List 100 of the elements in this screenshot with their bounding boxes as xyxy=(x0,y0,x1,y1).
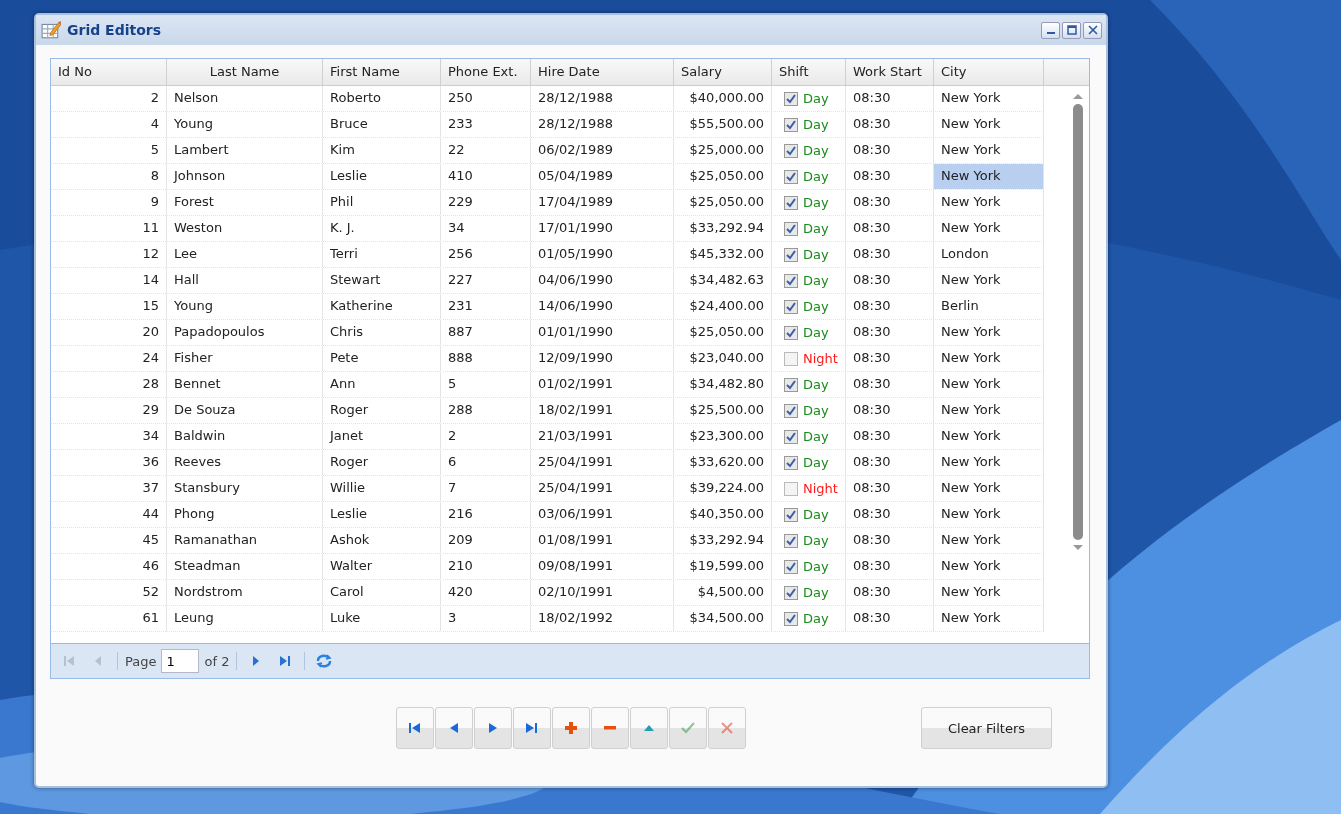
checkbox[interactable] xyxy=(784,507,798,522)
checkbox[interactable] xyxy=(784,143,798,158)
shift-label: Day xyxy=(803,429,829,444)
table-cell: 08:30 xyxy=(846,554,934,579)
table-cell: 7 xyxy=(441,476,531,501)
table-cell: 28/12/1988 xyxy=(531,86,674,111)
close-button[interactable] xyxy=(1083,21,1102,39)
checkbox[interactable] xyxy=(784,559,798,574)
column-header[interactable]: Hire Date xyxy=(531,59,674,85)
table-cell: 61 xyxy=(51,606,167,631)
page-number-field[interactable]: 1 xyxy=(161,649,200,673)
table-cell: $40,000.00 xyxy=(674,86,772,111)
table-cell: $34,482.63 xyxy=(674,268,772,293)
checkbox[interactable] xyxy=(784,221,798,236)
first-button[interactable] xyxy=(396,707,434,749)
table-cell: Leslie xyxy=(323,502,441,527)
table-cell: $55,500.00 xyxy=(674,112,772,137)
table-cell: 2 xyxy=(441,424,531,449)
minimize-button[interactable] xyxy=(1041,21,1060,39)
remove-button[interactable] xyxy=(591,707,629,749)
table-cell: Leung xyxy=(167,606,323,631)
table-cell: Stewart xyxy=(323,268,441,293)
shift-label: Day xyxy=(803,455,829,470)
column-header[interactable]: Shift xyxy=(772,59,846,85)
add-button[interactable] xyxy=(552,707,590,749)
checkbox[interactable] xyxy=(784,585,798,600)
checkbox[interactable] xyxy=(784,611,798,626)
cancel-icon xyxy=(720,721,734,735)
table-cell: 9 xyxy=(51,190,167,215)
table-cell: 20 xyxy=(51,320,167,345)
checkbox[interactable] xyxy=(784,91,798,106)
checkbox[interactable] xyxy=(784,455,798,470)
table-cell: New York xyxy=(934,216,1044,241)
checkbox[interactable] xyxy=(784,299,798,314)
checkbox[interactable] xyxy=(784,351,798,366)
table-cell: 21/03/1991 xyxy=(531,424,674,449)
scroll-down-icon[interactable] xyxy=(1072,544,1084,552)
shift-label: Day xyxy=(803,169,829,184)
table-cell: 08:30 xyxy=(846,346,934,371)
column-header[interactable]: Last Name xyxy=(167,59,323,85)
shift-label: Day xyxy=(803,273,829,288)
table-cell: $19,599.00 xyxy=(674,554,772,579)
checkbox[interactable] xyxy=(784,429,798,444)
column-header[interactable]: Id No xyxy=(51,59,167,85)
checkbox[interactable] xyxy=(784,377,798,392)
column-header[interactable]: Phone Ext. xyxy=(441,59,531,85)
table-cell: 231 xyxy=(441,294,531,319)
checkmark-icon xyxy=(681,721,695,735)
column-header[interactable]: City xyxy=(934,59,1044,85)
table-cell: Roger xyxy=(323,398,441,423)
checkbox[interactable] xyxy=(784,325,798,340)
table-cell: New York xyxy=(934,268,1044,293)
table-cell: 18/02/1992 xyxy=(531,606,674,631)
column-header[interactable]: Work Start xyxy=(846,59,934,85)
shift-label: Day xyxy=(803,377,829,392)
checkbox[interactable] xyxy=(784,117,798,132)
scroll-up-icon[interactable] xyxy=(1072,92,1084,100)
table-cell: 420 xyxy=(441,580,531,605)
table-cell: $23,040.00 xyxy=(674,346,772,371)
table-cell: 08:30 xyxy=(846,112,934,137)
table-cell: 227 xyxy=(441,268,531,293)
table-cell: Hall xyxy=(167,268,323,293)
table-cell: Luke xyxy=(323,606,441,631)
checkbox[interactable] xyxy=(784,169,798,184)
table-cell: $40,350.00 xyxy=(674,502,772,527)
table-cell: Willie xyxy=(323,476,441,501)
table-cell: 08:30 xyxy=(846,86,934,111)
table-cell: 25/04/1991 xyxy=(531,476,674,501)
checkbox[interactable] xyxy=(784,533,798,548)
checkbox[interactable] xyxy=(784,481,798,496)
clear-filters-button[interactable]: Clear Filters xyxy=(921,707,1052,749)
table-cell: 233 xyxy=(441,112,531,137)
table-cell: Papadopoulos xyxy=(167,320,323,345)
table-cell: $25,050.00 xyxy=(674,190,772,215)
maximize-button[interactable] xyxy=(1062,21,1081,39)
shift-label: Day xyxy=(803,507,829,522)
table-cell: 887 xyxy=(441,320,531,345)
table-cell: 08:30 xyxy=(846,242,934,267)
table-cell: New York xyxy=(934,580,1044,605)
table-cell: 08:30 xyxy=(846,372,934,397)
table-cell: 37 xyxy=(51,476,167,501)
table-cell: New York xyxy=(934,450,1044,475)
table-cell: Bruce xyxy=(323,112,441,137)
table-cell: 209 xyxy=(441,528,531,553)
table-cell: $25,000.00 xyxy=(674,138,772,163)
previous-button[interactable] xyxy=(435,707,473,749)
last-button[interactable] xyxy=(513,707,551,749)
column-header[interactable]: First Name xyxy=(323,59,441,85)
checkbox[interactable] xyxy=(784,195,798,210)
column-header[interactable]: Salary xyxy=(674,59,772,85)
checkbox[interactable] xyxy=(784,273,798,288)
checkbox[interactable] xyxy=(784,403,798,418)
shift-label: Day xyxy=(803,247,829,262)
table-cell: Carol xyxy=(323,580,441,605)
table-cell: $33,292.94 xyxy=(674,528,772,553)
next-button[interactable] xyxy=(474,707,512,749)
checkbox[interactable] xyxy=(784,247,798,262)
table-cell: $33,620.00 xyxy=(674,450,772,475)
table-cell: New York xyxy=(934,476,1044,501)
table-cell: New York xyxy=(934,398,1044,423)
